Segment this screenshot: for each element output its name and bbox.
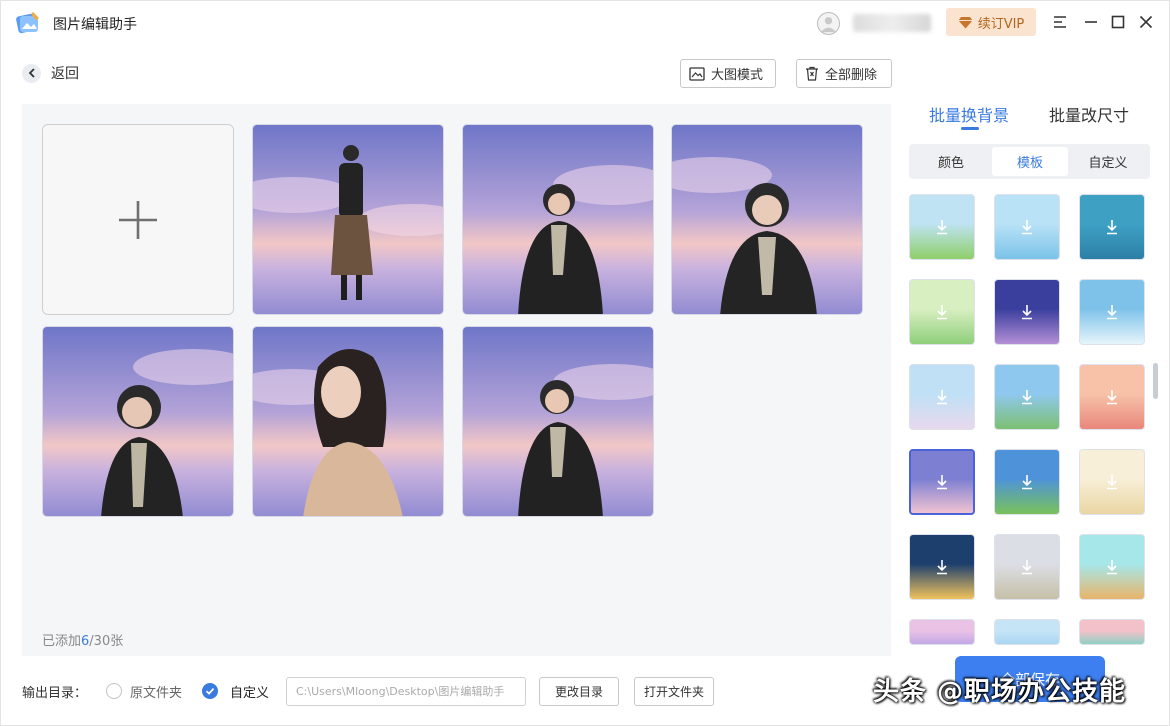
menu-button[interactable]	[1051, 13, 1069, 31]
download-icon	[995, 195, 1059, 259]
download-icon	[995, 365, 1059, 429]
app-window: 图片编辑助手 续订VIP 返回 大图模式 全部删除 已添加6/30张 输出目录：…	[0, 0, 1170, 726]
download-icon	[1080, 195, 1144, 259]
download-icon	[1080, 535, 1144, 599]
template-teal-landscape[interactable]	[1079, 534, 1145, 600]
app-title: 图片编辑助手	[53, 17, 137, 33]
template-purple-cloud-sea[interactable]	[909, 449, 975, 515]
watermark-text: 头条 @职场办公技能	[873, 677, 1127, 707]
close-icon	[1139, 15, 1153, 29]
segment-template[interactable]: 模板	[992, 147, 1068, 176]
download-icon	[995, 280, 1059, 344]
template-pink-purple[interactable]	[909, 619, 975, 645]
download-icon	[1080, 280, 1144, 344]
download-icon	[910, 195, 974, 259]
check-icon	[205, 687, 215, 695]
image-thumbnail[interactable]	[462, 124, 654, 315]
radio-original-folder[interactable]	[106, 683, 122, 699]
template-teal-swan[interactable]	[1079, 194, 1145, 260]
vip-label: 续订VIP	[977, 16, 1025, 32]
image-icon	[689, 66, 705, 81]
back-button[interactable]: 返回	[22, 63, 79, 83]
download-icon	[911, 451, 973, 513]
radio-custom-folder[interactable]	[202, 683, 218, 699]
template-blue-sky-flowers[interactable]	[909, 364, 975, 430]
template-pink-blossom[interactable]	[1079, 619, 1145, 645]
tab-batch-background[interactable]: 批量换背景	[929, 102, 1009, 126]
template-house-garden[interactable]	[994, 364, 1060, 430]
large-view-label: 大图模式	[711, 68, 764, 83]
active-tab-indicator	[961, 127, 979, 130]
scrollbar[interactable]	[1153, 363, 1158, 399]
diamond-icon	[958, 16, 973, 28]
minimize-button[interactable]	[1082, 13, 1100, 31]
menu-icon	[1054, 16, 1066, 28]
template-cream-floral[interactable]	[1079, 449, 1145, 515]
image-thumbnail[interactable]	[671, 124, 863, 315]
background-type-segment: 颜色 模板 自定义	[909, 144, 1150, 179]
image-thumbnail[interactable]	[252, 326, 444, 517]
template-green-leaves[interactable]	[909, 279, 975, 345]
username-blurred	[853, 14, 931, 32]
image-grid-area: 已添加6/30张	[22, 104, 891, 656]
output-path-field[interactable]: C:\Users\Mloong\Desktop\图片编辑助手	[286, 677, 526, 706]
large-view-button[interactable]: 大图模式	[680, 59, 776, 88]
output-dir-label: 输出目录：	[22, 686, 88, 701]
template-meadow-flowers[interactable]	[909, 194, 975, 260]
segment-color[interactable]: 颜色	[913, 147, 989, 176]
change-directory-button[interactable]: 更改目录	[539, 677, 619, 706]
plus-icon	[119, 200, 157, 239]
added-count-text: 已添加6/30张	[42, 630, 123, 649]
added-prefix: 已添加	[42, 634, 82, 649]
maximize-button[interactable]	[1109, 13, 1127, 31]
image-thumbnail[interactable]	[462, 326, 654, 517]
template-kids-picnic[interactable]	[994, 194, 1060, 260]
maximize-icon	[1111, 15, 1125, 29]
template-starry-purple-sky[interactable]	[994, 279, 1060, 345]
image-thumbnail[interactable]	[42, 326, 234, 517]
download-icon	[1080, 365, 1144, 429]
user-avatar[interactable]	[817, 12, 840, 35]
add-image-button[interactable]	[42, 124, 234, 315]
radio-custom-label: 自定义	[230, 686, 270, 701]
delete-all-button[interactable]: 全部删除	[796, 59, 892, 88]
trash-icon	[806, 66, 818, 81]
download-icon	[910, 535, 974, 599]
template-ocean-waves[interactable]	[1079, 279, 1145, 345]
template-light-blue[interactable]	[994, 619, 1060, 645]
download-icon	[1080, 450, 1144, 514]
delete-all-label: 全部删除	[825, 68, 878, 83]
user-icon	[820, 17, 837, 33]
download-icon	[910, 365, 974, 429]
download-icon	[995, 450, 1059, 514]
segment-custom[interactable]: 自定义	[1070, 147, 1146, 176]
image-thumbnail[interactable]	[252, 124, 444, 315]
template-moon-night[interactable]	[909, 534, 975, 600]
close-button[interactable]	[1137, 13, 1155, 31]
download-icon	[910, 280, 974, 344]
app-logo-icon	[16, 12, 39, 34]
chevron-left-icon	[22, 63, 41, 83]
renew-vip-button[interactable]: 续订VIP	[946, 8, 1036, 36]
minimize-icon	[1085, 21, 1097, 23]
tab-batch-resize[interactable]: 批量改尺寸	[1049, 102, 1129, 126]
template-grey-hill[interactable]	[994, 534, 1060, 600]
title-bar: 图片编辑助手 续订VIP	[1, 1, 1170, 45]
back-label: 返回	[51, 66, 79, 82]
added-suffix: /30张	[89, 634, 124, 649]
open-folder-button[interactable]: 打开文件夹	[634, 677, 714, 706]
radio-original-label: 原文件夹	[130, 686, 183, 701]
template-sunset-boat[interactable]	[1079, 364, 1145, 430]
download-icon	[995, 535, 1059, 599]
template-green-field[interactable]	[994, 449, 1060, 515]
